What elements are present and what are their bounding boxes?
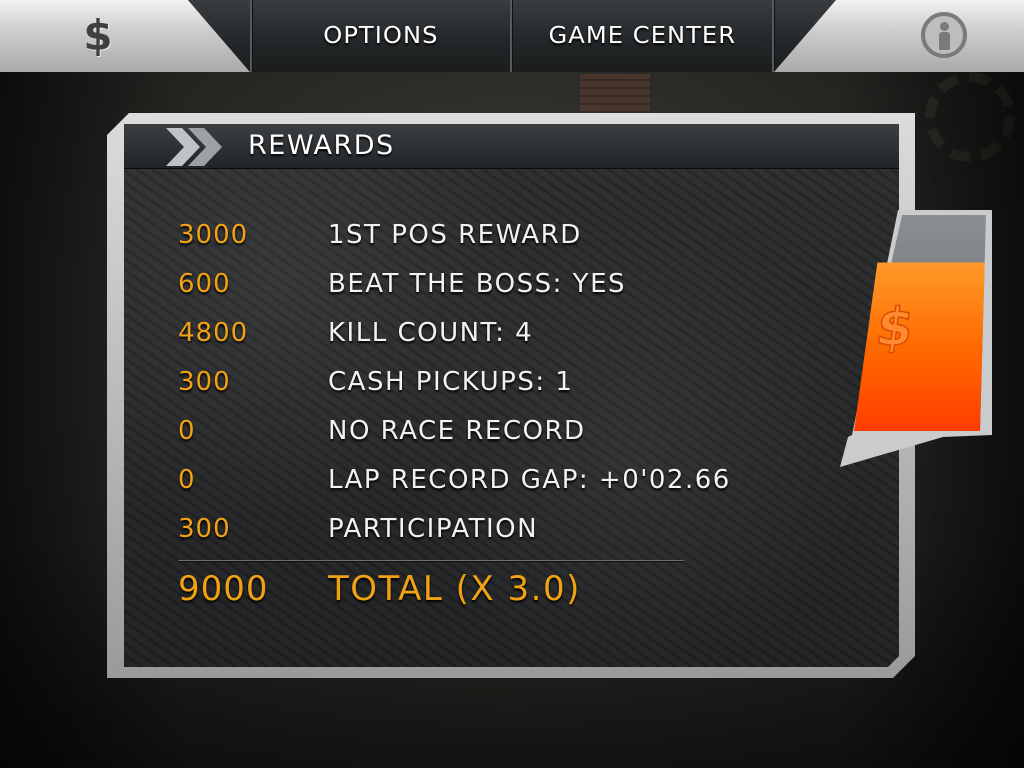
top-navigation-bar: $ OPTIONS GAME CENTER — [0, 0, 1024, 74]
reward-label: KILL COUNT: 4 — [328, 318, 534, 348]
options-button[interactable]: OPTIONS — [252, 0, 510, 72]
panel-title: REWARDS — [248, 130, 395, 161]
total-value: 9000 — [178, 569, 269, 609]
rewards-panel-header: REWARDS — [124, 124, 899, 169]
reward-value: 3000 — [178, 220, 249, 250]
reward-value: 300 — [178, 367, 231, 397]
reward-label: 1ST POS REWARD — [328, 220, 582, 250]
chevron-right-icon — [166, 128, 222, 166]
reward-label: LAP RECORD GAP: +0'02.66 — [328, 465, 731, 495]
game-center-button[interactable]: GAME CENTER — [512, 0, 772, 72]
total-label: TOTAL (X 3.0) — [328, 569, 581, 609]
reward-value: 300 — [178, 514, 231, 544]
reward-value: 0 — [178, 416, 196, 446]
reward-label: PARTICIPATION — [328, 514, 539, 544]
options-label: OPTIONS — [323, 23, 439, 49]
reward-value: 4800 — [178, 318, 249, 348]
reward-value: 0 — [178, 465, 196, 495]
info-person-icon — [921, 12, 967, 58]
dollar-icon: $ — [83, 11, 113, 60]
game-center-label: GAME CENTER — [548, 23, 736, 49]
menu-divider — [772, 0, 774, 72]
reward-label: BEAT THE BOSS: YES — [328, 269, 626, 299]
reward-label: CASH PICKUPS: 1 — [328, 367, 574, 397]
cash-gauge: $ — [840, 210, 992, 467]
total-divider — [178, 560, 684, 561]
reward-value: 600 — [178, 269, 231, 299]
reward-label: NO RACE RECORD — [328, 416, 586, 446]
